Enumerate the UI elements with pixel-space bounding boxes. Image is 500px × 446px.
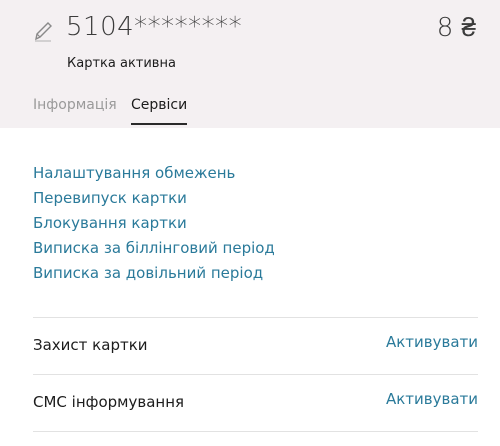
link-card-reissue[interactable]: Перевипуск картки xyxy=(33,186,275,211)
card-balance: 8 ₴ xyxy=(436,13,476,43)
tab-services[interactable]: Сервіси xyxy=(131,97,188,125)
activate-button[interactable]: Активувати xyxy=(386,333,478,351)
card-header: 5104******** 8 ₴ Картка активна Інформац… xyxy=(0,0,500,128)
link-card-block[interactable]: Блокування картки xyxy=(33,211,275,236)
link-billing-statement[interactable]: Виписка за біллінговий період xyxy=(33,236,275,261)
service-row-title: Захист картки xyxy=(33,336,148,354)
card-number: 5104******** xyxy=(66,12,243,42)
link-limit-settings[interactable]: Налаштування обмежень xyxy=(33,161,275,186)
tab-information[interactable]: Інформація xyxy=(33,97,117,113)
service-row-sms: СМС інформування Активувати xyxy=(33,374,478,431)
services-links: Налаштування обмежень Перевипуск картки … xyxy=(33,161,275,286)
pencil-icon[interactable] xyxy=(33,20,53,42)
service-row-card-protection: Захист картки Активувати xyxy=(33,317,478,374)
card-status: Картка активна xyxy=(67,56,176,71)
link-custom-statement[interactable]: Виписка за довільний період xyxy=(33,261,275,286)
activate-button[interactable]: Активувати xyxy=(386,390,478,408)
divider xyxy=(33,431,478,432)
service-row-title: СМС інформування xyxy=(33,393,185,411)
